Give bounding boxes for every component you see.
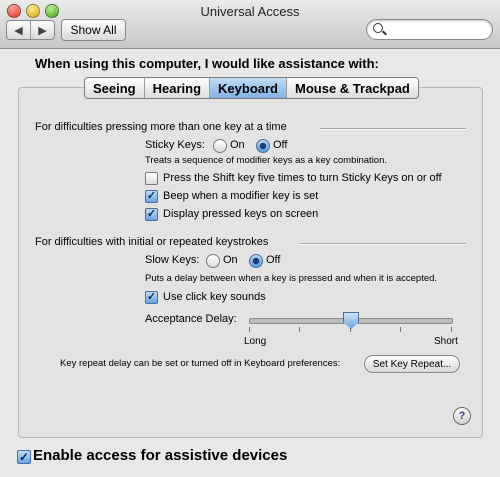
- slow-keys-label: Slow Keys:: [145, 254, 200, 266]
- show-all-button[interactable]: Show All: [61, 19, 126, 41]
- search-icon: [373, 23, 383, 33]
- acceptance-delay-label: Acceptance Delay:: [145, 313, 237, 325]
- search-input[interactable]: [366, 19, 493, 40]
- nav-segment: ◀ ▶: [6, 20, 55, 40]
- sticky-on-radio[interactable]: [213, 139, 227, 153]
- slider-max-label: Short: [434, 336, 458, 347]
- window-title: Universal Access: [200, 4, 300, 19]
- click-sounds-checkbox[interactable]: ✓: [145, 291, 158, 304]
- window-toolbar: Universal Access ◀ ▶ Show All: [0, 0, 500, 49]
- display-keys-checkbox[interactable]: ✓: [145, 208, 158, 221]
- tab-seeing[interactable]: Seeing: [85, 78, 144, 98]
- beep-modifier-label: Beep when a modifier key is set: [163, 190, 319, 202]
- slider-tick: [299, 327, 300, 332]
- key-repeat-text: Key repeat delay can be set or turned of…: [60, 358, 341, 369]
- slider-tick: [249, 327, 250, 332]
- slow-section-title: For difficulties with initial or repeate…: [35, 236, 269, 248]
- slow-off-label: Off: [266, 254, 281, 266]
- sticky-off-label: Off: [273, 139, 288, 151]
- slider-tick: [451, 327, 452, 332]
- sticky-off-radio[interactable]: [256, 139, 270, 153]
- slow-description: Puts a delay between when a key is press…: [145, 273, 438, 284]
- click-sounds-label: Use click key sounds: [163, 291, 266, 303]
- divider: [320, 128, 466, 130]
- tab-bar: Seeing Hearing Keyboard Mouse & Trackpad: [84, 77, 419, 99]
- sticky-keys-label: Sticky Keys:: [145, 139, 205, 151]
- tab-hearing[interactable]: Hearing: [143, 78, 209, 98]
- slow-off-radio[interactable]: [249, 254, 263, 268]
- set-key-repeat-button[interactable]: Set Key Repeat...: [364, 355, 460, 373]
- tab-keyboard[interactable]: Keyboard: [209, 78, 286, 98]
- beep-modifier-checkbox[interactable]: ✓: [145, 190, 158, 203]
- page-heading: When using this computer, I would like a…: [35, 56, 379, 71]
- chevron-right-icon[interactable]: ▶: [30, 21, 54, 39]
- assistive-devices-label: Enable access for assistive devices: [33, 447, 288, 464]
- help-button[interactable]: ?: [453, 407, 471, 425]
- sticky-on-label: On: [230, 139, 245, 151]
- sticky-section-title: For difficulties pressing more than one …: [35, 121, 287, 133]
- slider-min-label: Long: [244, 336, 267, 347]
- slow-on-radio[interactable]: [206, 254, 220, 268]
- slow-on-label: On: [223, 254, 238, 266]
- chevron-left-icon[interactable]: ◀: [7, 21, 30, 39]
- display-keys-label: Display pressed keys on screen: [163, 208, 319, 220]
- slider-tick: [400, 327, 401, 332]
- shift-five-times-label: Press the Shift key five times to turn S…: [163, 172, 442, 184]
- assistive-devices-checkbox[interactable]: ✓: [17, 450, 31, 464]
- sticky-description: Treats a sequence of modifier keys as a …: [145, 155, 388, 166]
- shift-five-times-checkbox[interactable]: [145, 172, 158, 185]
- tab-mouse-trackpad[interactable]: Mouse & Trackpad: [286, 78, 418, 98]
- divider: [300, 243, 466, 245]
